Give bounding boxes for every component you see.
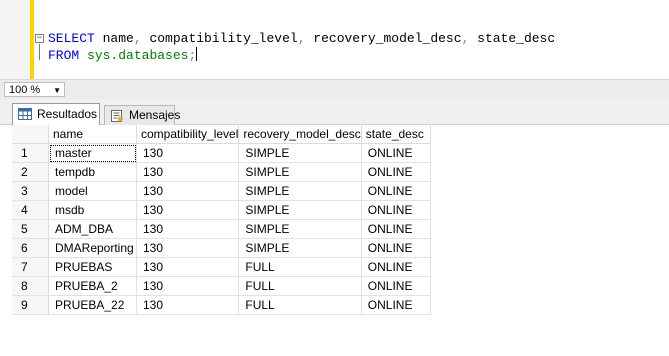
cell-compatibility-level[interactable]: 130 — [136, 181, 240, 201]
cell-compatibility-level[interactable]: 130 — [136, 295, 240, 315]
table-row[interactable]: 4 msdb 130 SIMPLE ONLINE — [12, 200, 431, 220]
cell-compatibility-level[interactable]: 130 — [136, 276, 240, 296]
from-keyword: FROM — [48, 48, 80, 63]
change-tracking-bar — [30, 0, 34, 79]
cell-state-desc[interactable]: ONLINE — [361, 295, 431, 315]
table-row[interactable]: 5 ADM_DBA 130 SIMPLE ONLINE — [12, 219, 431, 239]
select-keyword: SELECT — [48, 31, 95, 46]
row-number[interactable]: 7 — [12, 257, 49, 277]
zoom-bar: 100 % ▼ — [0, 79, 669, 99]
cell-recovery-model-desc[interactable]: SIMPLE — [238, 162, 362, 182]
query-editor[interactable]: − SELECT name, compatibility_level, reco… — [0, 0, 669, 79]
row-number[interactable]: 5 — [12, 219, 49, 239]
messages-icon — [111, 110, 123, 122]
cell-compatibility-level[interactable]: 130 — [136, 162, 240, 182]
cell-recovery-model-desc[interactable]: SIMPLE — [238, 143, 362, 163]
cell-compatibility-level[interactable]: 130 — [136, 238, 240, 258]
cell-state-desc[interactable]: ONLINE — [361, 200, 431, 220]
cell-state-desc[interactable]: ONLINE — [361, 257, 431, 277]
sql-code[interactable]: SELECT name, compatibility_level, recove… — [48, 31, 555, 64]
cell-name[interactable]: model — [48, 181, 137, 201]
statement-terminator: ; — [188, 48, 197, 63]
cell-state-desc[interactable]: ONLINE — [361, 143, 431, 163]
cell-name[interactable]: DMAReporting — [48, 238, 137, 258]
cell-state-desc[interactable]: ONLINE — [361, 181, 431, 201]
cell-recovery-model-desc[interactable]: SIMPLE — [238, 219, 362, 239]
cell-recovery-model-desc[interactable]: FULL — [238, 257, 362, 277]
cell-name[interactable]: tempdb — [48, 162, 137, 182]
zoom-value: 100 % — [9, 84, 41, 96]
cell-name[interactable]: master — [48, 143, 137, 163]
tab-mensajes[interactable]: Mensajes — [104, 105, 180, 125]
collapse-region-icon[interactable]: − — [35, 34, 44, 43]
grid-icon — [18, 108, 32, 120]
column-header-state-desc[interactable]: state_desc — [361, 125, 431, 144]
column-header-compatibility-level[interactable]: compatibility_level — [136, 125, 240, 144]
table-row[interactable]: 7 PRUEBAS 130 FULL ONLINE — [12, 257, 431, 277]
table-row[interactable]: 6 DMAReporting 130 SIMPLE ONLINE — [12, 238, 431, 258]
row-number[interactable]: 2 — [12, 162, 49, 182]
table-row[interactable]: 8 PRUEBA_2 130 FULL ONLINE — [12, 276, 431, 296]
cell-name[interactable]: PRUEBA_2 — [48, 276, 137, 296]
cell-recovery-model-desc[interactable]: SIMPLE — [238, 238, 362, 258]
cell-recovery-model-desc[interactable]: SIMPLE — [238, 200, 362, 220]
results-grid[interactable]: name compatibility_level recovery_model_… — [12, 125, 431, 315]
zoom-dropdown[interactable]: 100 % ▼ — [4, 82, 65, 97]
cell-recovery-model-desc[interactable]: FULL — [238, 276, 362, 296]
results-tabs: Resultados Mensajes — [0, 99, 669, 125]
cell-state-desc[interactable]: ONLINE — [361, 276, 431, 296]
outline-line — [39, 44, 40, 60]
row-number[interactable]: 1 — [12, 143, 49, 163]
cell-state-desc[interactable]: ONLINE — [361, 162, 431, 182]
cell-name[interactable]: msdb — [48, 200, 137, 220]
row-number[interactable]: 9 — [12, 295, 49, 315]
cell-state-desc[interactable]: ONLINE — [361, 219, 431, 239]
cell-recovery-model-desc[interactable]: FULL — [238, 295, 362, 315]
cell-name[interactable]: ADM_DBA — [48, 219, 137, 239]
tab-label: Mensajes — [129, 108, 181, 122]
cell-state-desc[interactable]: ONLINE — [361, 238, 431, 258]
row-number-header[interactable] — [12, 125, 49, 144]
tab-resultados[interactable]: Resultados — [12, 103, 100, 125]
table-row[interactable]: 1 master 130 SIMPLE ONLINE — [12, 143, 431, 163]
table-row[interactable]: 2 tempdb 130 SIMPLE ONLINE — [12, 162, 431, 182]
row-number[interactable]: 8 — [12, 276, 49, 296]
column-header-name[interactable]: name — [48, 125, 137, 144]
cell-compatibility-level[interactable]: 130 — [136, 219, 240, 239]
row-number[interactable]: 3 — [12, 181, 49, 201]
cell-name[interactable]: PRUEBAS — [48, 257, 137, 277]
tab-label: Resultados — [37, 107, 98, 121]
header-row: name compatibility_level recovery_model_… — [12, 125, 431, 144]
select-columns: name, compatibility_level, recovery_mode… — [102, 31, 556, 46]
cell-compatibility-level[interactable]: 130 — [136, 257, 240, 277]
cell-compatibility-level[interactable]: 130 — [136, 200, 240, 220]
table-row[interactable]: 3 model 130 SIMPLE ONLINE — [12, 181, 431, 201]
row-number[interactable]: 4 — [12, 200, 49, 220]
cell-name[interactable]: PRUEBA_22 — [48, 295, 137, 315]
column-header-recovery-model-desc[interactable]: recovery_model_desc — [238, 125, 362, 144]
cell-compatibility-level[interactable]: 130 — [136, 143, 240, 163]
table-row[interactable]: 9 PRUEBA_22 130 FULL ONLINE — [12, 295, 431, 315]
cell-recovery-model-desc[interactable]: SIMPLE — [238, 181, 362, 201]
editor-margin — [0, 0, 30, 79]
row-number[interactable]: 6 — [12, 238, 49, 258]
text-caret — [196, 47, 198, 61]
table-name: sys.databases — [87, 48, 189, 63]
chevron-down-icon: ▼ — [53, 86, 61, 95]
